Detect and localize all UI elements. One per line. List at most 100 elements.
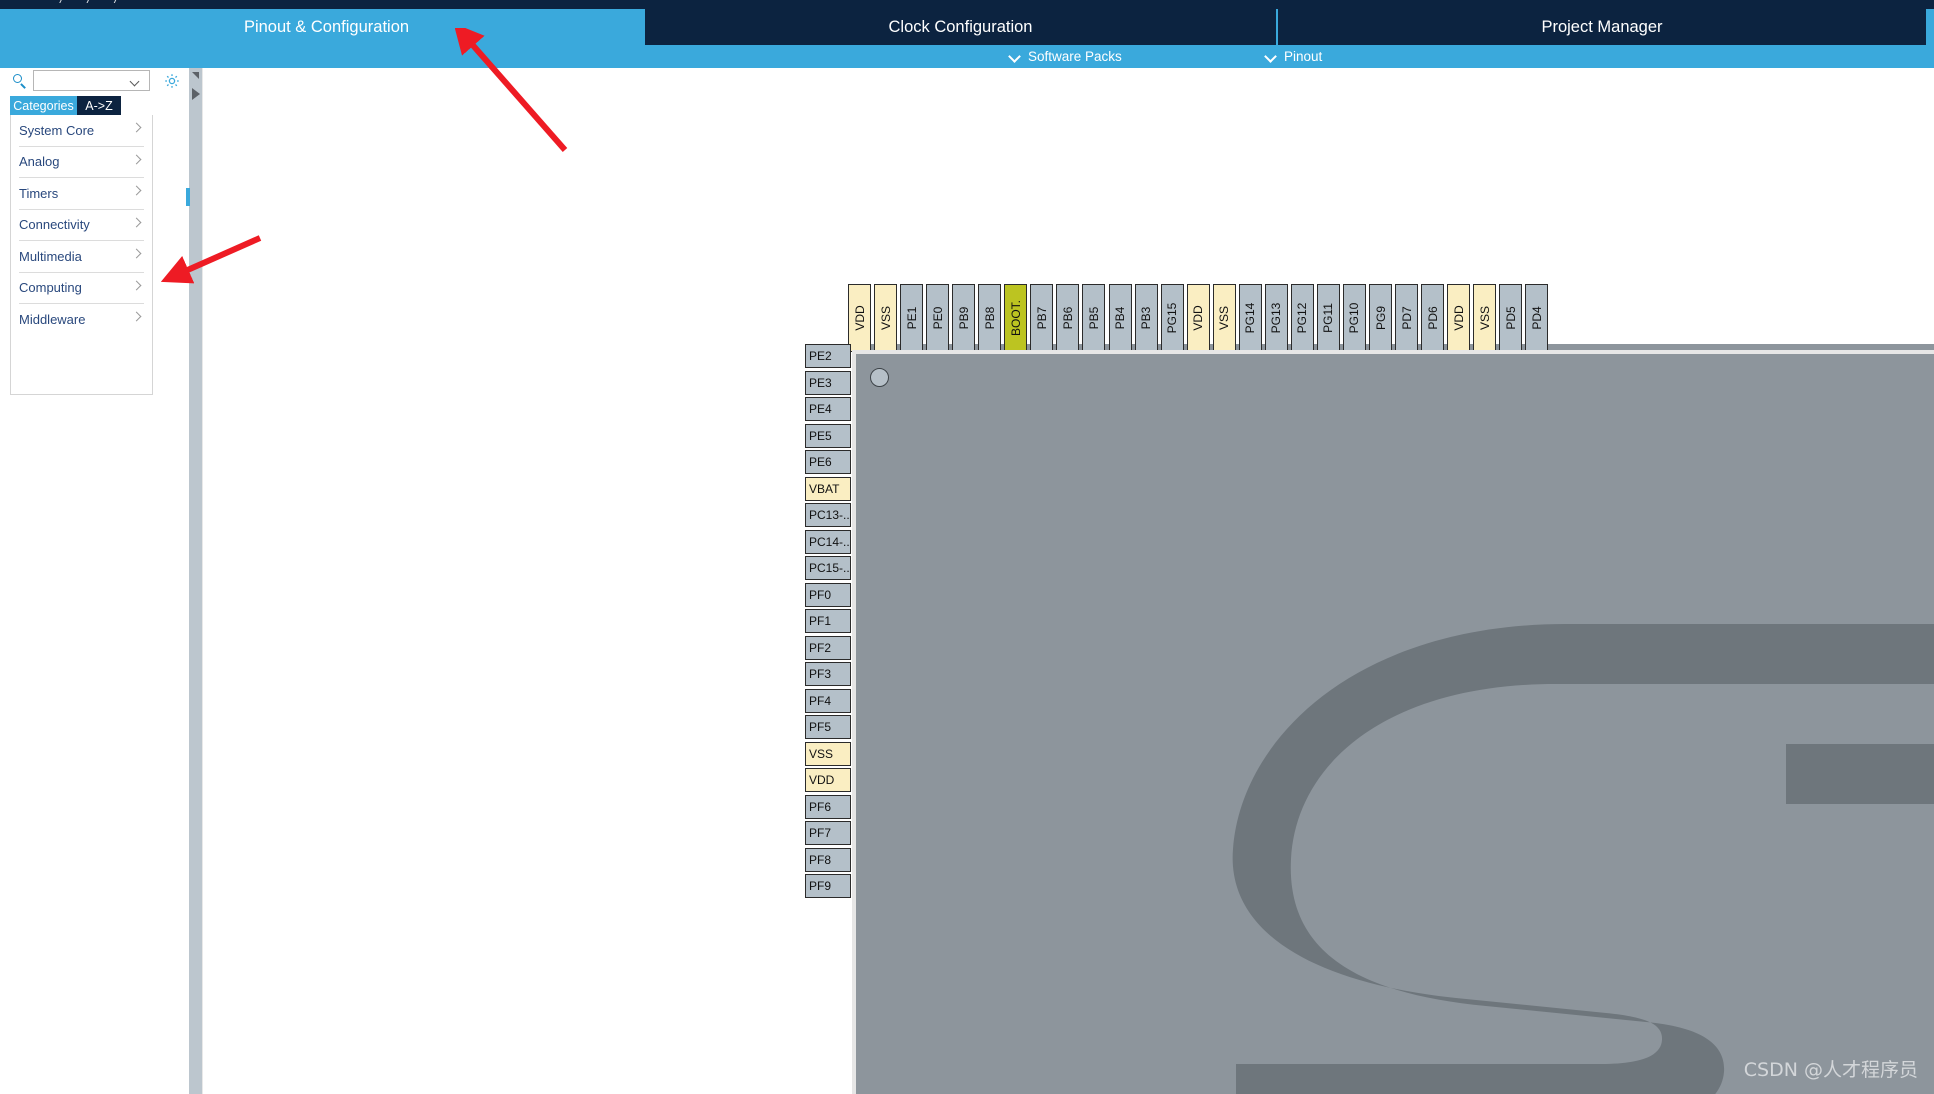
subtab-a-to-z[interactable]: A->Z [77, 96, 121, 115]
chip-pin-top-pd4[interactable]: PD4 [1525, 284, 1549, 352]
menu-pinout-label: Pinout [1284, 49, 1323, 64]
chip-pin-top-pe0[interactable]: PE0 [926, 284, 950, 352]
tab-project-manager-label: Project Manager [1541, 17, 1663, 36]
chip-pin-top-pd5[interactable]: PD5 [1499, 284, 1523, 352]
chip-pin-left-pc14[interactable]: PC14-.. [805, 529, 851, 554]
chip-pin-top-pd7[interactable]: PD7 [1395, 284, 1419, 352]
subtab-categories-label: Categories [13, 98, 74, 113]
chip-pin-top-pb3[interactable]: PB3 [1134, 284, 1158, 352]
chip-pin-left-pf6[interactable]: PF6 [805, 794, 851, 819]
chip-pin-left-vbat[interactable]: VBAT [805, 476, 851, 501]
menu-pinout[interactable]: Pinout [1266, 45, 1322, 68]
chip-pin-left-pe4[interactable]: PE4 [805, 397, 851, 421]
subtab-categories[interactable]: Categories [10, 96, 77, 115]
chip-pin-top-vss[interactable]: VSS [1212, 284, 1236, 352]
chip-pin-label: PB7 [1034, 306, 1049, 330]
chip-pin-left-pf3[interactable]: PF3 [805, 662, 851, 686]
menu-strip-ghost-text: / / / [60, 0, 128, 6]
collapse-left-icon[interactable] [192, 72, 199, 79]
chip-pin-left-pf8[interactable]: PF8 [805, 847, 851, 872]
chip-pin-left-pf2[interactable]: PF2 [805, 635, 851, 660]
chip-pin-top-pb9[interactable]: PB9 [952, 284, 976, 352]
chip-pin-top-pb7[interactable]: PB7 [1030, 284, 1054, 352]
tab-clock-configuration[interactable]: Clock Configuration [645, 9, 1276, 45]
chevron-right-icon [133, 156, 142, 165]
gear-icon[interactable] [164, 73, 180, 89]
category-item-connectivity[interactable]: Connectivity [19, 210, 144, 241]
chip-pin-top-pg14[interactable]: PG14 [1238, 284, 1262, 352]
categories-panel: Categories A->Z System Core Analog Timer… [0, 68, 189, 1094]
window-menu-strip-clipped: / / / [0, 0, 1934, 9]
chip-pin-left-pe5[interactable]: PE5 [805, 423, 851, 448]
chip-pin-top-vdd[interactable]: VDD [1447, 284, 1471, 352]
chip-pin-left-pc13[interactable]: PC13-.. [805, 503, 851, 527]
menu-software-packs[interactable]: Software Packs [1010, 45, 1122, 68]
chip-pin-top-pb5[interactable]: PB5 [1082, 284, 1106, 352]
chip-pin-top-pe1[interactable]: PE1 [900, 284, 924, 352]
chip-pin-left-vss[interactable]: VSS [805, 741, 851, 766]
csdn-watermark: CSDN @人才程序员 [1743, 1059, 1918, 1081]
chip-pin-left-pf7[interactable]: PF7 [805, 821, 851, 845]
chip-pin-left-pf5[interactable]: PF5 [805, 715, 851, 739]
category-item-computing[interactable]: Computing [19, 273, 144, 304]
chevron-down-icon [1266, 51, 1277, 62]
search-icon [13, 74, 28, 89]
chip-pin-top-pg9[interactable]: PG9 [1369, 284, 1392, 352]
chip-pin-top-vss[interactable]: VSS [874, 284, 898, 352]
chevron-down-icon [1010, 51, 1021, 62]
chip-pin-label: VDD [852, 305, 867, 331]
chip-pin-top-pg12[interactable]: PG12 [1290, 284, 1314, 352]
expand-right-icon[interactable] [192, 88, 200, 100]
chip-body[interactable] [852, 350, 1934, 1094]
chip-pin-left-vdd[interactable]: VDD [805, 768, 851, 792]
chip-pin-top-pd6[interactable]: PD6 [1421, 284, 1445, 352]
search-combobox[interactable] [33, 70, 150, 91]
chip-pin-top-pg10[interactable]: PG10 [1342, 284, 1366, 352]
chevron-right-icon [133, 250, 142, 259]
tab-pinout-configuration[interactable]: Pinout & Configuration [8, 9, 645, 45]
chip-pin-label: PB4 [1113, 306, 1127, 330]
chip-pin-left-pe6[interactable]: PE6 [805, 450, 851, 474]
chip-pin-top-boot[interactable]: BOOT. [1004, 284, 1028, 352]
chip-pin-top-pg13[interactable]: PG13 [1264, 284, 1288, 352]
tab-project-manager[interactable]: Project Manager [1277, 9, 1926, 45]
pinout-canvas[interactable]: VDD VSS PE1 PE0 PB9 PB8 BOOT. PB7 PB6 PB5 PB4 PB3 PG… [203, 68, 1934, 1094]
chip-pin-label: PB9 [956, 306, 971, 330]
chip-pin-top-vdd[interactable]: VDD [848, 284, 871, 352]
category-item-label: Multimedia [19, 248, 82, 264]
panel-splitter[interactable] [186, 68, 203, 1094]
category-item-label: System Core [19, 122, 95, 138]
chevron-down-icon[interactable] [131, 78, 140, 87]
chip-pin-label: PG15 [1165, 302, 1180, 334]
chip-pin-top-pb6[interactable]: PB6 [1056, 284, 1080, 352]
category-item-multimedia[interactable]: Multimedia [19, 241, 144, 273]
chip-pin-left-pe2[interactable]: PE2 [805, 344, 851, 368]
chip-pin-label: PG12 [1295, 302, 1310, 334]
main-tab-bar: Pinout & Configuration Clock Configurati… [0, 9, 1934, 45]
chip-pin-left-pf9[interactable]: PF9 [805, 874, 851, 898]
chip-pin-top-pg15[interactable]: PG15 [1160, 284, 1184, 352]
chip-pin-label: PB6 [1060, 306, 1075, 330]
chip-pin-top-pg11[interactable]: PG11 [1316, 284, 1340, 352]
chip-pin-label: PG13 [1269, 302, 1284, 334]
chip-pin-left-pf0[interactable]: PF0 [805, 582, 851, 607]
chip-pin-left-pf1[interactable]: PF1 [805, 609, 851, 633]
chip-pin-label: PE0 [930, 306, 945, 330]
chip-pin-label: PB5 [1086, 306, 1101, 330]
chip-pin-left-pf4[interactable]: PF4 [805, 688, 851, 713]
secondary-menu-band: Software Packs Pinout [0, 45, 1934, 68]
chip-pin-top-vss[interactable]: VSS [1473, 284, 1497, 352]
chip-pin-label: PG10 [1347, 302, 1362, 334]
chip-pin-left-pe3[interactable]: PE3 [805, 370, 851, 395]
chip-pin-label: PB8 [982, 306, 997, 330]
search-input[interactable] [34, 71, 130, 90]
chip-pin-top-vdd[interactable]: VDD [1186, 284, 1210, 352]
category-item-system-core[interactable]: System Core [19, 115, 144, 147]
category-item-middleware[interactable]: Middleware [19, 304, 144, 336]
category-item-timers[interactable]: Timers [19, 178, 144, 210]
chip-pin-top-pb8[interactable]: PB8 [978, 284, 1002, 352]
chevron-right-icon [133, 282, 142, 291]
category-item-analog[interactable]: Analog [19, 147, 144, 178]
chip-pin-left-pc15[interactable]: PC15-.. [805, 556, 851, 580]
chip-pin-top-pb4[interactable]: PB4 [1108, 284, 1132, 352]
